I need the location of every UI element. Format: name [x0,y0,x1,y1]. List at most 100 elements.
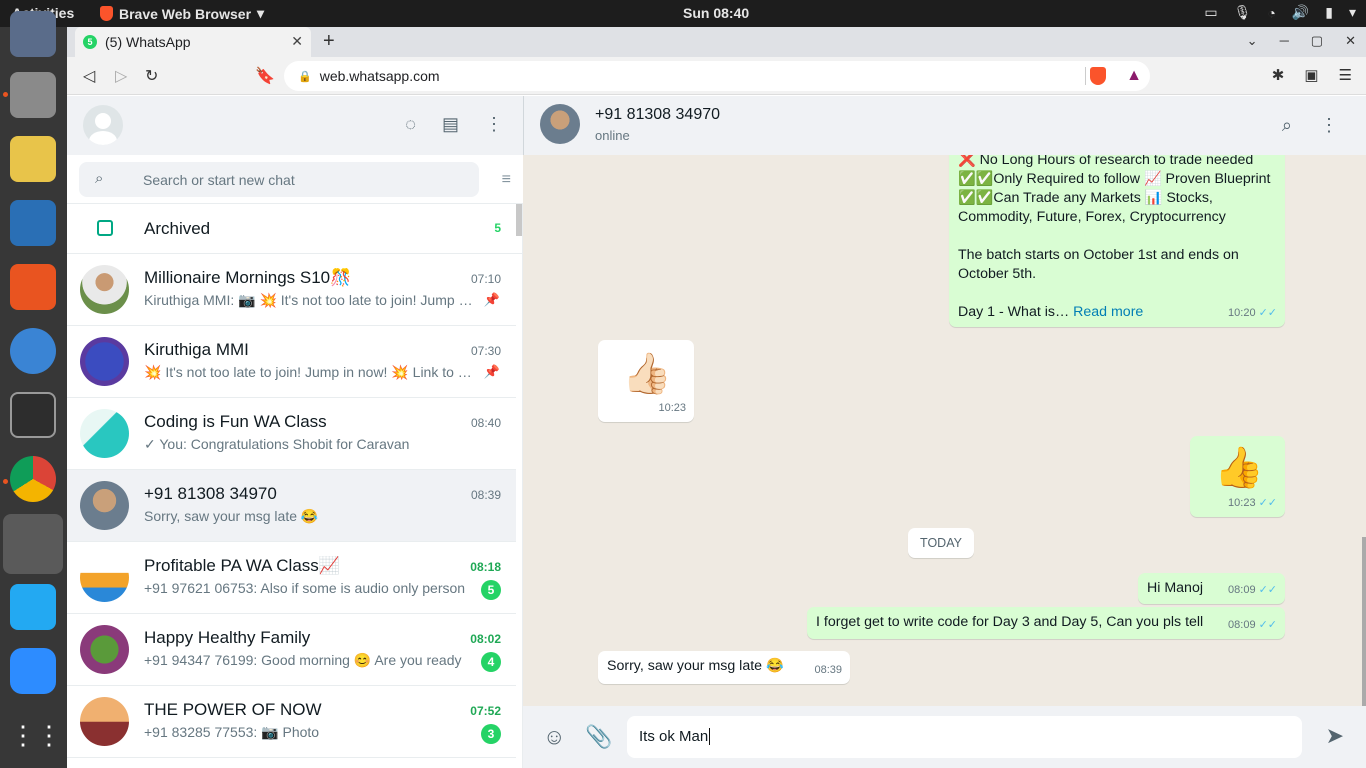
menu-icon[interactable]: ⋮ [1320,115,1338,136]
vscode-icon[interactable] [10,584,56,630]
browser-window: 5 (5) WhatsApp ✕ + ⌄ ─ ▢ ✕ ◁ ▷ ↻ 🔖 🔒 web… [67,27,1366,768]
chat-preview: Kiruthiga MMI: 📷 💥 It's not too late to … [144,292,474,308]
browser-toolbar: ◁ ▷ ↻ 🔖 🔒 web.whatsapp.com ▲ ✱ ▣ ☰ [67,57,1366,95]
show-apps-icon[interactable]: ⋮⋮⋮ [10,712,88,758]
search-icon[interactable]: ⌕ [1282,115,1292,136]
system-tray[interactable]: ▭ 🎙 ◔ 🔊 ▮ ▾ [1204,4,1356,21]
wallet-icon[interactable]: ▣ [1304,66,1318,84]
chat-time: 07:52 [470,704,501,718]
unread-badge: 3 [481,724,501,744]
message-bubble-outgoing[interactable]: Hi Manoj 08:09 ✓✓ [1138,573,1285,604]
terminal-icon[interactable] [10,392,56,438]
brave-shields-icon[interactable] [1090,67,1106,85]
message-bubble-outgoing[interactable]: ❌ No Long Hours of research to trade nee… [949,155,1285,327]
list-item[interactable]: Millionaire Mornings S10🎊 07:10 Kiruthig… [67,254,516,326]
list-item[interactable]: Kiruthiga MMI 07:30 💥 It's not too late … [67,326,516,398]
search-input[interactable]: ⌕ Search or start new chat [79,162,479,197]
message-text: October 5th. [958,266,1037,282]
rhythmbox-icon[interactable] [10,136,56,182]
list-item[interactable]: Happy Healthy Family 08:02 +91 94347 761… [67,614,516,686]
tab-search-icon[interactable]: ⌄ [1247,33,1258,49]
help-icon[interactable] [10,328,56,374]
message-time: 08:09 [1228,584,1256,596]
minimize-icon[interactable]: ─ [1280,33,1289,49]
software-center-icon[interactable] [10,264,56,310]
clock[interactable]: Sun 08:40 [683,5,749,21]
list-item[interactable]: THE POWER OF NOW 07:52 +91 83285 77553: … [67,686,516,758]
avatar [80,697,129,746]
archived-row[interactable]: Archived 5 [67,204,523,254]
unread-badge: 5 [481,580,501,600]
chat-time: 08:18 [470,560,501,574]
message-text: Sorry, saw your msg late 😂 [607,658,784,674]
brave-rewards-icon[interactable]: ▲ [1126,67,1142,85]
attach-icon[interactable]: 📎 [585,724,612,750]
emoji-icon[interactable]: ☺ [543,724,565,750]
mail-app-icon[interactable] [10,11,56,57]
message-text: I forget get to write code for Day 3 and… [816,614,1204,630]
maximize-icon[interactable]: ▢ [1311,33,1323,49]
double-check-icon: ✓✓ [1258,584,1277,596]
message-bubble-incoming[interactable]: Sorry, saw your msg late 😂 08:39 [598,651,850,684]
files-app-icon[interactable] [10,72,56,118]
message-time: 08:09 [1228,619,1256,631]
message-bubble-incoming[interactable]: 👍🏻 10:23 [598,340,694,422]
tab-whatsapp[interactable]: 5 (5) WhatsApp ✕ [75,27,311,57]
lock-icon: 🔒 [298,70,312,83]
close-window-icon[interactable]: ✕ [1345,33,1356,49]
search-placeholder: Search or start new chat [143,171,295,188]
archived-count: 5 [494,221,501,235]
left-header: ◌ ▤ ⋮ [67,96,523,155]
reload-icon[interactable]: ↻ [145,66,158,86]
message-text: ✅✅Can Trade any Markets 📊 Stocks, [958,190,1213,206]
running-indicator [3,92,8,97]
zoom-icon[interactable] [10,648,56,694]
scrollbar[interactable] [1362,537,1366,707]
brave-app-icon[interactable] [3,514,63,574]
archive-icon [97,220,113,236]
scrollbar[interactable] [516,204,522,236]
back-icon[interactable]: ◁ [83,66,95,86]
list-item[interactable]: +91 81308 34970 08:39 Sorry, saw your ms… [67,470,516,542]
new-chat-icon[interactable]: ▤ [442,114,459,135]
chrome-icon[interactable] [10,456,56,502]
conversation-header[interactable]: +91 81308 34970 online ⌕ ⋮ [523,96,1366,155]
message-time: 08:39 [814,664,842,676]
bookmark-icon[interactable]: 🔖 [255,66,275,86]
volume-icon: 🔊 [1291,4,1310,20]
list-item[interactable]: Profitable PA WA Class📈 08:18 +91 97621 … [67,542,516,614]
message-input[interactable]: Its ok Man [627,716,1302,758]
send-icon[interactable]: ➤ [1326,723,1344,749]
chat-name: Coding is Fun WA Class [144,412,327,431]
message-bubble-outgoing[interactable]: 👍 10:23 ✓✓ [1190,436,1285,517]
contact-status: online [595,128,630,143]
chat-name: THE POWER OF NOW [144,700,322,719]
message-bubble-outgoing[interactable]: I forget get to write code for Day 3 and… [807,607,1285,639]
menu-icon[interactable]: ⋮ [485,114,503,135]
filter-icon[interactable]: ≡ [502,171,511,189]
chat-time: 08:40 [470,416,501,430]
archived-label: Archived [144,219,211,238]
read-more-link[interactable]: Read more [1073,304,1143,320]
message-time: 10:20 [1228,307,1256,319]
window-controls: ⌄ ─ ▢ ✕ [1247,33,1356,49]
avatar[interactable] [83,105,123,145]
address-bar[interactable]: 🔒 web.whatsapp.com ▲ [284,61,1150,91]
extensions-icon[interactable]: ✱ [1272,66,1285,84]
forward-icon[interactable]: ▷ [115,66,127,86]
chat-preview: ✓ You: Congratulations Shobit for Carava… [144,436,410,452]
menu-icon[interactable]: ☰ [1339,66,1352,84]
toolbar-right: ✱ ▣ ☰ [1272,66,1352,84]
new-tab-icon[interactable]: + [323,30,335,53]
status-icon[interactable]: ◌ [405,114,416,135]
close-tab-icon[interactable]: ✕ [291,33,303,50]
whatsapp-favicon-icon: 5 [83,35,97,49]
dock: ⋮⋮⋮ [0,11,88,768]
avatar[interactable] [540,104,580,144]
camera-icon: ▭ [1204,4,1218,20]
chat-preview: +91 97621 06753: Also if some is audio o… [144,580,466,596]
writer-app-icon[interactable] [10,200,56,246]
app-menu[interactable]: Brave Web Browser ▾ [100,5,264,22]
list-item[interactable]: Coding is Fun WA Class 08:40 ✓ You: Cong… [67,398,516,470]
message-text: Hi Manoj [1147,580,1203,596]
